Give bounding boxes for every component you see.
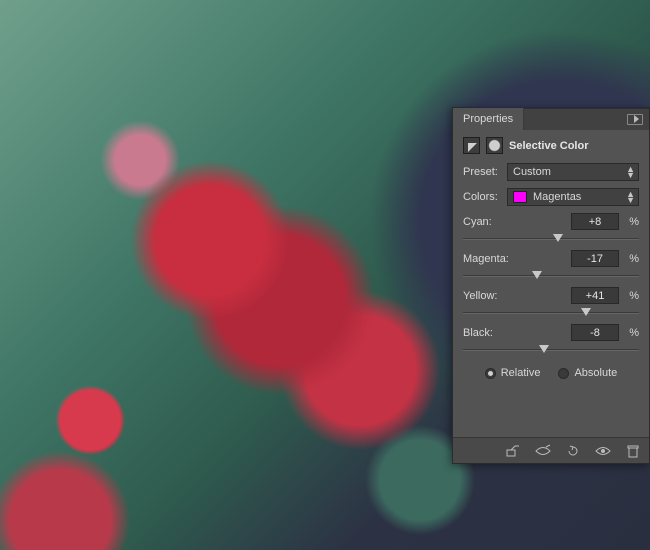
yellow-input[interactable] [571, 287, 619, 304]
panel-title-row: Selective Color [453, 130, 649, 163]
percent-label: % [625, 327, 639, 339]
properties-panel: Properties Selective Color Preset: Custo… [452, 107, 650, 464]
radio-dot-icon [485, 368, 496, 379]
radio-label: Relative [501, 367, 541, 379]
slider-magenta: Magenta: % [463, 250, 639, 283]
slider-cyan: Cyan: % [463, 213, 639, 246]
clip-to-layer-icon[interactable] [505, 444, 521, 458]
slider-thumb-icon[interactable] [553, 234, 563, 242]
chevron-updown-icon: ▲▼ [626, 191, 635, 203]
panel-menu-icon[interactable] [627, 114, 643, 125]
mask-icon[interactable] [486, 137, 503, 154]
preset-value: Custom [513, 166, 551, 178]
visibility-icon[interactable] [595, 444, 611, 458]
slider-thumb-icon[interactable] [581, 308, 591, 316]
panel-title: Selective Color [509, 140, 588, 152]
colors-swatch [513, 191, 527, 203]
panel-tabbar: Properties [453, 108, 649, 130]
yellow-slider-track[interactable] [463, 306, 639, 320]
slider-label: Yellow: [463, 290, 497, 302]
colors-label: Colors: [463, 191, 503, 203]
preset-row: Preset: Custom ▲▼ [463, 163, 639, 181]
trash-icon[interactable] [625, 444, 641, 458]
preset-label: Preset: [463, 166, 503, 178]
colors-value: Magentas [533, 191, 581, 203]
slider-yellow: Yellow: % [463, 287, 639, 320]
radio-relative[interactable]: Relative [485, 367, 541, 379]
radio-dot-icon [558, 368, 569, 379]
radio-label: Absolute [574, 367, 617, 379]
slider-label: Magenta: [463, 253, 509, 265]
panel-body: Preset: Custom ▲▼ Colors: Magentas ▲▼ Cy… [453, 163, 649, 379]
adjustment-layer-icon[interactable] [463, 137, 480, 154]
black-slider-track[interactable] [463, 343, 639, 357]
percent-label: % [625, 253, 639, 265]
colors-row: Colors: Magentas ▲▼ [463, 188, 639, 206]
cyan-slider-track[interactable] [463, 232, 639, 246]
chevron-updown-icon: ▲▼ [626, 166, 635, 178]
magenta-input[interactable] [571, 250, 619, 267]
panel-footer [453, 437, 649, 463]
tab-properties[interactable]: Properties [453, 108, 524, 130]
radio-absolute[interactable]: Absolute [558, 367, 617, 379]
mode-radiogroup: Relative Absolute [463, 367, 639, 379]
black-input[interactable] [571, 324, 619, 341]
reset-icon[interactable] [565, 444, 581, 458]
percent-label: % [625, 216, 639, 228]
preset-select[interactable]: Custom ▲▼ [507, 163, 639, 181]
colors-select[interactable]: Magentas ▲▼ [507, 188, 639, 206]
slider-label: Cyan: [463, 216, 492, 228]
tab-label: Properties [463, 113, 513, 125]
slider-label: Black: [463, 327, 493, 339]
tabbar-fill [524, 108, 649, 130]
magenta-slider-track[interactable] [463, 269, 639, 283]
percent-label: % [625, 290, 639, 302]
cyan-input[interactable] [571, 213, 619, 230]
view-previous-icon[interactable] [535, 444, 551, 458]
slider-black: Black: % [463, 324, 639, 357]
slider-thumb-icon[interactable] [539, 345, 549, 353]
slider-thumb-icon[interactable] [532, 271, 542, 279]
